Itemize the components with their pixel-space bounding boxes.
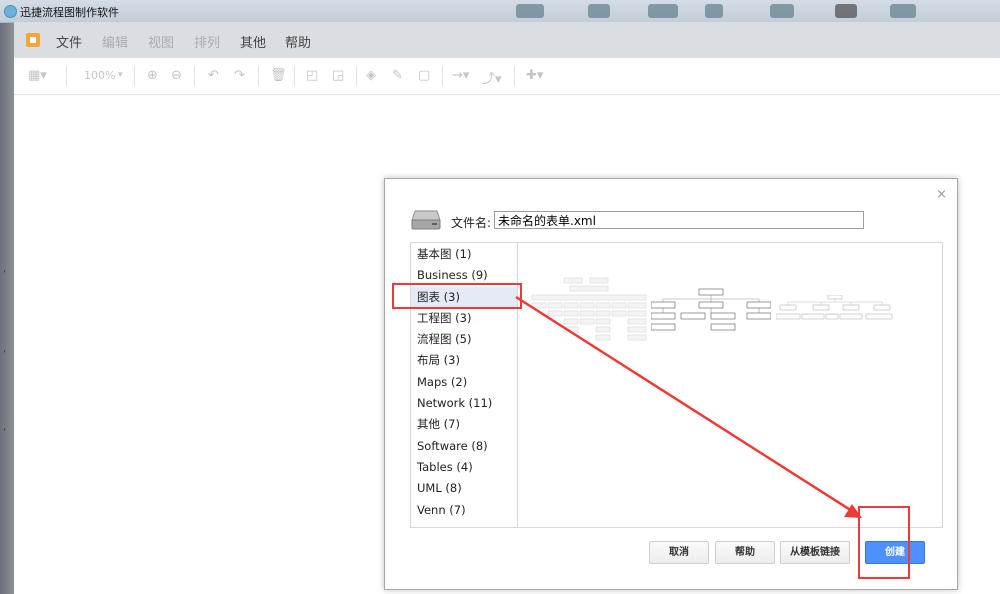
- from-template-link-button[interactable]: 从模板链接: [780, 541, 850, 564]
- background-blur: [516, 4, 544, 18]
- close-icon[interactable]: ×: [936, 187, 947, 202]
- toolbar: ▦▾ 100% ▾ ⊕ ⊖ ↶ ↷ 🗑 ◰ ◲ ◈ ✎ ▢ →▾ ⤴▾ ✚▾: [14, 58, 1000, 95]
- menu-edit[interactable]: 编辑: [102, 32, 128, 51]
- app-logo-icon: [26, 33, 40, 47]
- category-basic[interactable]: 基本图 (1): [411, 244, 517, 265]
- background-blur: [835, 4, 857, 18]
- connection-icon[interactable]: →▾: [452, 68, 469, 83]
- toolbar-divider: [134, 66, 135, 86]
- delete-icon[interactable]: 🗑: [270, 68, 287, 83]
- app-icon: [4, 5, 17, 18]
- category-other[interactable]: 其他 (7): [411, 414, 517, 435]
- template-preview-area: [518, 243, 942, 527]
- cancel-button[interactable]: 取消: [649, 541, 709, 564]
- category-engineering[interactable]: 工程图 (3): [411, 308, 517, 329]
- menu-file[interactable]: 文件: [56, 32, 82, 51]
- line-color-icon[interactable]: ✎: [392, 68, 403, 83]
- menu-bar: 文件 编辑 视图 排列 其他 帮助: [14, 22, 1000, 59]
- category-flowchart[interactable]: 流程图 (5): [411, 329, 517, 350]
- template-thumbnail[interactable]: [530, 276, 648, 348]
- desktop-glyph: ʼ: [3, 270, 6, 280]
- annotation-highlight-category: [392, 283, 522, 309]
- category-software[interactable]: Software (8): [411, 436, 517, 457]
- annotation-highlight-create: [858, 506, 910, 579]
- to-back-icon[interactable]: ◲: [332, 68, 344, 83]
- to-front-icon[interactable]: ◰: [306, 68, 318, 83]
- desktop-glyph: ʼ: [3, 350, 6, 360]
- category-tables[interactable]: Tables (4): [411, 457, 517, 478]
- zoom-out-icon[interactable]: ⊖: [171, 68, 182, 83]
- title-bar: 迅捷流程图制作软件: [0, 0, 1000, 23]
- chevron-down-icon: ▾: [118, 70, 123, 80]
- background-blur: [588, 4, 610, 18]
- category-network[interactable]: Network (11): [411, 393, 517, 414]
- template-thumbnail[interactable]: [776, 295, 894, 325]
- menu-view[interactable]: 视图: [148, 32, 174, 51]
- drive-icon: [411, 210, 441, 230]
- toolbar-divider: [194, 66, 195, 86]
- waypoints-icon[interactable]: ⤴▾: [482, 68, 502, 87]
- category-uml[interactable]: UML (8): [411, 478, 517, 499]
- template-thumbnail[interactable]: [651, 288, 771, 336]
- background-blur: [648, 4, 678, 18]
- shadow-icon[interactable]: ▢: [418, 68, 430, 83]
- desktop-glyph: ʼ: [3, 428, 6, 438]
- toolbar-divider: [66, 66, 67, 86]
- toolbar-divider: [294, 66, 295, 86]
- insert-icon[interactable]: ✚▾: [526, 68, 543, 83]
- category-venn[interactable]: Venn (7): [411, 500, 517, 521]
- fill-color-icon[interactable]: ◈: [366, 68, 376, 83]
- menu-other[interactable]: 其他: [240, 32, 266, 51]
- menu-help[interactable]: 帮助: [285, 32, 311, 51]
- filename-input[interactable]: [494, 211, 864, 229]
- redo-icon[interactable]: ↷: [234, 68, 245, 83]
- window-title: 迅捷流程图制作软件: [20, 6, 119, 19]
- help-button[interactable]: 帮助: [715, 541, 775, 564]
- toolbar-divider: [442, 66, 443, 86]
- toolbar-divider: [356, 66, 357, 86]
- filename-label: 文件名:: [451, 216, 492, 230]
- background-blur: [770, 4, 794, 18]
- category-maps[interactable]: Maps (2): [411, 372, 517, 393]
- toolbar-divider: [258, 66, 259, 86]
- toolbar-divider: [514, 66, 515, 86]
- desktop-edge: ʼ ʼ ʼ: [0, 0, 14, 594]
- zoom-in-icon[interactable]: ⊕: [147, 68, 158, 83]
- zoom-select[interactable]: 100%: [84, 69, 115, 82]
- undo-icon[interactable]: ↶: [208, 68, 219, 83]
- background-blur: [890, 4, 916, 18]
- menu-arrange[interactable]: 排列: [194, 32, 220, 51]
- page-view-icon[interactable]: ▦▾: [28, 68, 47, 83]
- category-layout[interactable]: 布局 (3): [411, 350, 517, 371]
- background-blur: [705, 4, 723, 18]
